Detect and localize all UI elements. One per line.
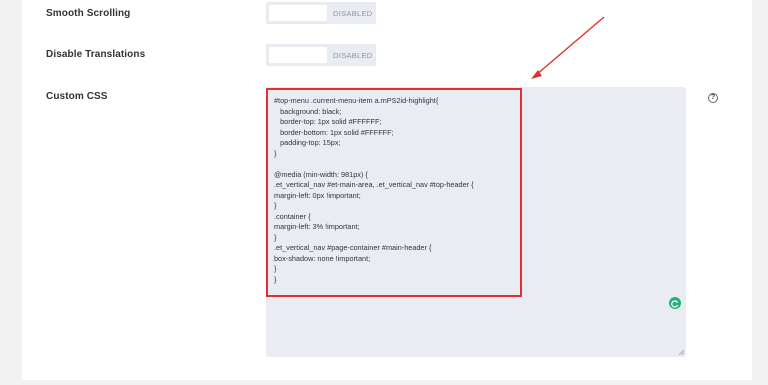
disable-translations-label: Disable Translations (46, 49, 146, 60)
custom-css-label: Custom CSS (46, 91, 108, 102)
green-refresh-badge-icon[interactable] (669, 297, 681, 309)
toggle-state-text: DISABLED (333, 51, 373, 60)
annotation-highlight-box (266, 88, 522, 297)
smooth-scrolling-label: Smooth Scrolling (46, 8, 131, 19)
toggle-state-text: DISABLED (333, 9, 373, 18)
toggle-knob (269, 5, 327, 21)
resize-grip-icon[interactable] (678, 349, 684, 355)
disable-translations-toggle[interactable]: DISABLED (266, 44, 376, 66)
smooth-scrolling-toggle[interactable]: DISABLED (266, 2, 376, 24)
settings-page: Smooth Scrolling DISABLED Disable Transl… (0, 0, 768, 385)
question-circle-icon[interactable]: ? (708, 93, 718, 103)
toggle-knob (269, 47, 327, 63)
